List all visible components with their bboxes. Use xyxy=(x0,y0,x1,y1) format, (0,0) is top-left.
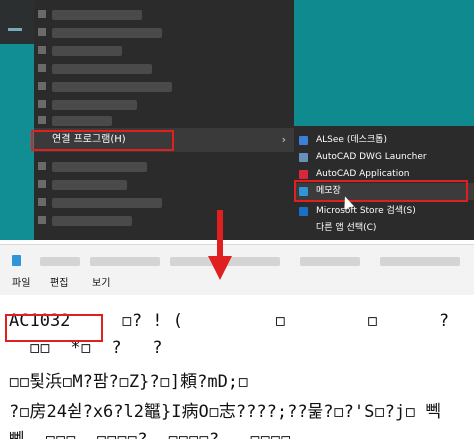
blurred-menu-item[interactable] xyxy=(52,216,132,226)
blurred-title-text xyxy=(40,257,80,266)
submenu-item-label: Microsoft Store 검색(S) xyxy=(316,206,416,216)
autocad-dwg-icon xyxy=(299,153,308,162)
blurred-menu-item[interactable] xyxy=(52,82,172,92)
blurred-title-text xyxy=(300,257,360,266)
blurred-menu-item[interactable] xyxy=(52,100,137,110)
text-line: ◻◻툋浜◻M?팜?◻Z}?◻]頼?mD;◻ xyxy=(9,372,249,392)
blurred-menu-icon xyxy=(38,162,46,170)
submenu-item-choose-other[interactable]: 다른 앱 선택(C) xyxy=(294,220,474,237)
desktop-background-left xyxy=(0,0,34,240)
menu-file[interactable]: 파일 xyxy=(12,273,30,295)
blurred-menu-icon xyxy=(38,180,46,188)
blurred-menu-icon xyxy=(38,198,46,206)
context-menu: 연결 프로그램(H) › xyxy=(34,0,294,240)
blurred-menu-item[interactable] xyxy=(52,198,162,208)
submenu-item-alsee[interactable]: ALSee (데스크톱) xyxy=(294,132,474,149)
blurred-title-text xyxy=(380,257,460,266)
blurred-menu-icon xyxy=(38,28,46,36)
text-line: 뻭 ◻◻◻ ◻◻◻◻? ◻◻◻◻? ◻◻◻◻ xyxy=(9,425,291,439)
blurred-menu-icon xyxy=(38,10,46,18)
blurred-menu-item[interactable] xyxy=(52,162,147,172)
context-menu-screenshot: 연결 프로그램(H) › ALSee (데스크톱) AutoCAD DWG La… xyxy=(0,0,474,240)
blurred-menu-icon xyxy=(38,100,46,108)
ac1032-highlight-box xyxy=(5,314,103,342)
submenu-item-store[interactable]: Microsoft Store 검색(S) xyxy=(294,203,474,220)
blurred-menu-item[interactable] xyxy=(52,46,122,56)
blurred-menu-item[interactable] xyxy=(52,64,152,74)
blurred-menu-icon xyxy=(38,64,46,72)
notepad-highlight-box xyxy=(294,180,468,202)
blurred-menu-icon xyxy=(38,116,46,124)
store-icon xyxy=(299,207,308,216)
notepad-title-bar xyxy=(0,245,474,273)
desktop-mark xyxy=(8,28,22,31)
blurred-menu-icon xyxy=(38,46,46,54)
notepad-app-icon xyxy=(12,255,21,266)
open-with-highlight-box xyxy=(31,130,174,151)
blurred-menu-item[interactable] xyxy=(52,180,127,190)
taskbar-fragment xyxy=(0,0,34,44)
blurred-menu-item[interactable] xyxy=(52,116,112,126)
blurred-title-text xyxy=(90,257,160,266)
menu-edit[interactable]: 편집 xyxy=(50,273,68,295)
menu-view[interactable]: 보기 xyxy=(92,273,110,295)
alsee-icon xyxy=(299,136,308,145)
chevron-right-icon: › xyxy=(281,133,286,146)
submenu-item-autocad-dwg[interactable]: AutoCAD DWG Launcher xyxy=(294,149,474,166)
blurred-menu-icon xyxy=(38,216,46,224)
submenu-item-label: AutoCAD DWG Launcher xyxy=(316,152,427,162)
blurred-menu-icon xyxy=(38,82,46,90)
desktop-background-right xyxy=(294,0,474,126)
down-arrow-icon xyxy=(208,210,232,280)
blurred-menu-item[interactable] xyxy=(52,10,142,20)
text-line: ?◻房24쉳?x6?l2䵹}I病O◻志????;??뭁?◻?'S◻?j◻ 뻭 xyxy=(9,402,442,422)
submenu-item-label: ALSee (데스크톱) xyxy=(316,135,387,145)
notepad-menu-bar: 파일 편집 보기 xyxy=(0,273,474,295)
blurred-menu-item[interactable] xyxy=(52,28,162,38)
submenu-item-label: 다른 앱 선택(C) xyxy=(316,223,377,233)
autocad-app-icon xyxy=(299,170,308,179)
